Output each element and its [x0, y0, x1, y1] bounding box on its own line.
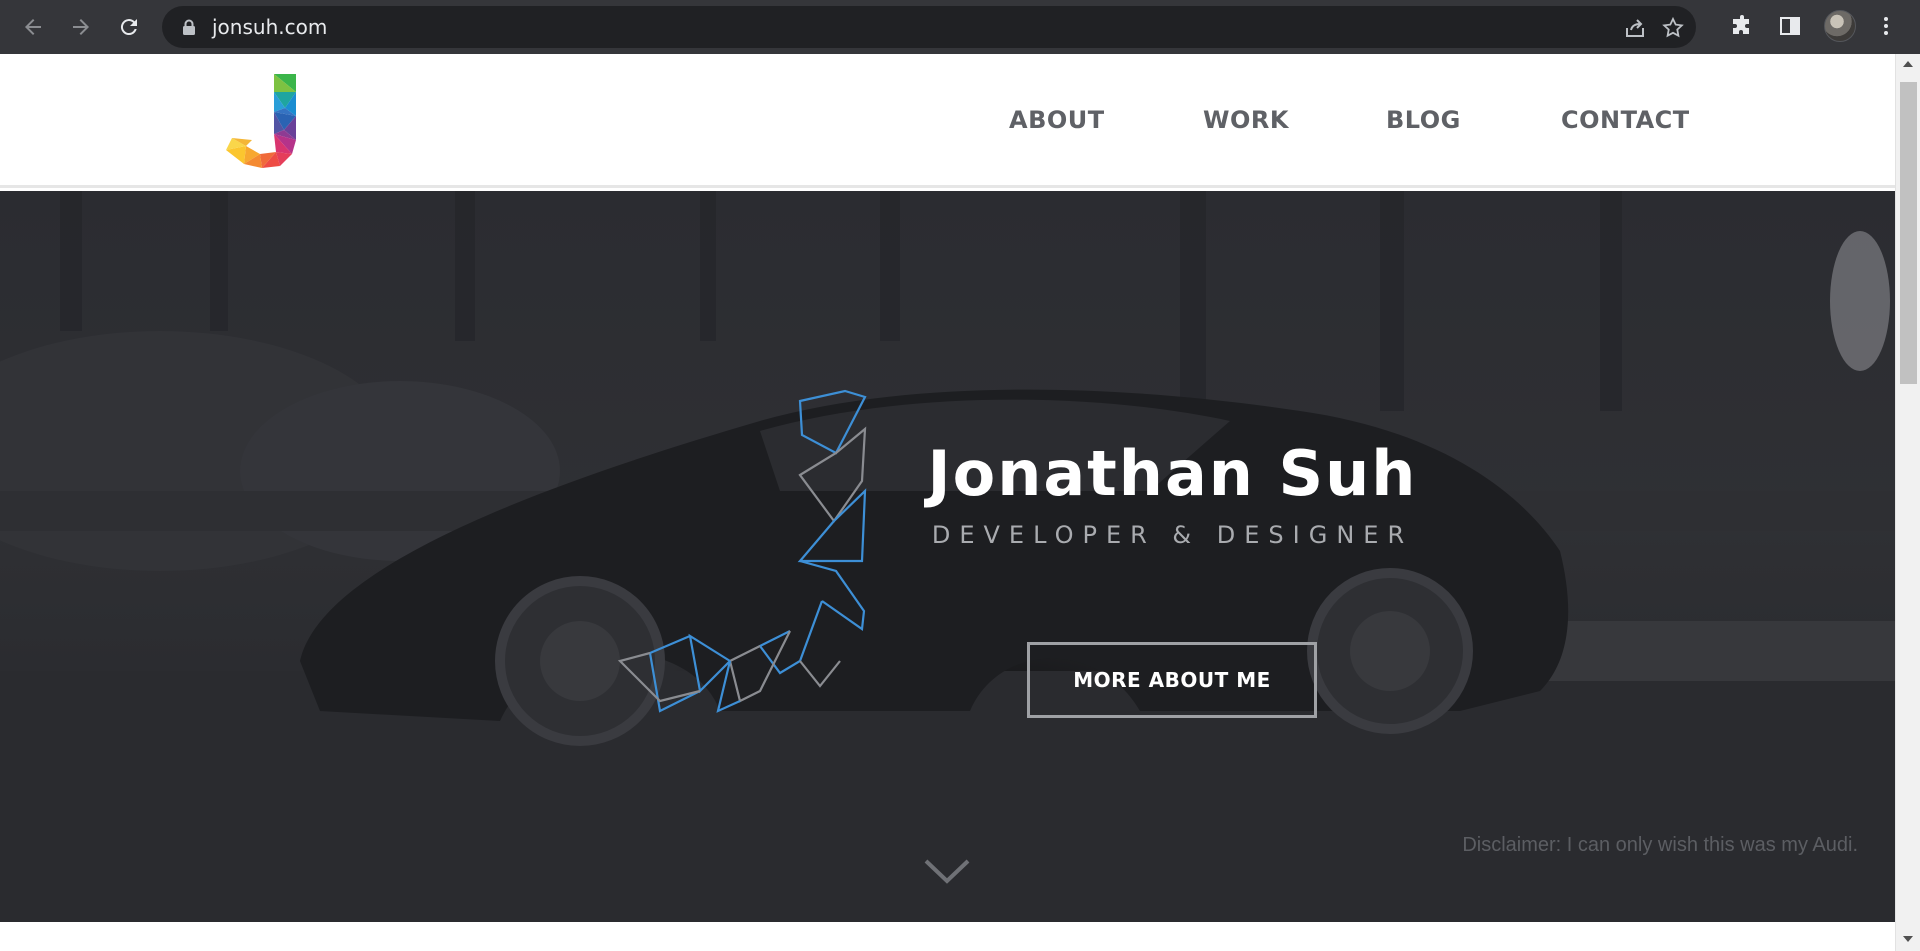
nav-about[interactable]: ABOUT: [1009, 106, 1105, 134]
hero-background-image: [0, 191, 1895, 922]
star-icon[interactable]: [1660, 15, 1686, 41]
reload-button[interactable]: [112, 10, 146, 44]
site-logo[interactable]: [222, 74, 298, 170]
chevron-down-icon[interactable]: [922, 855, 972, 887]
more-about-me-button[interactable]: MORE ABOUT ME: [1027, 642, 1317, 718]
avatar[interactable]: [1824, 10, 1856, 42]
puzzle-icon[interactable]: [1728, 12, 1756, 40]
forward-button[interactable]: [64, 10, 98, 44]
lock-icon: [182, 19, 196, 40]
kebab-menu-icon[interactable]: [1872, 12, 1900, 40]
share-icon[interactable]: [1622, 15, 1648, 41]
next-section: [0, 922, 1895, 951]
address-bar[interactable]: jonsuh.com: [162, 6, 1696, 48]
scroll-up-arrow-icon[interactable]: [1903, 60, 1913, 68]
scroll-down-arrow-icon[interactable]: [1903, 935, 1913, 943]
nav-contact[interactable]: CONTACT: [1561, 106, 1690, 134]
page-viewport: ABOUT WORK BLOG CONTACT Jonathan Suh DEV…: [0, 54, 1895, 951]
scrollbar-thumb[interactable]: [1900, 82, 1917, 384]
side-panel-icon[interactable]: [1776, 12, 1804, 40]
hero-title: Jonathan Suh: [927, 437, 1418, 510]
page-scrollbar[interactable]: [1895, 54, 1920, 951]
reload-icon: [120, 19, 137, 36]
hero-section: Jonathan Suh DEVELOPER & DESIGNER MORE A…: [0, 191, 1895, 922]
nav-work[interactable]: WORK: [1203, 106, 1289, 134]
back-button[interactable]: [16, 10, 50, 44]
arrow-left-icon: [25, 19, 41, 35]
site-header: ABOUT WORK BLOG CONTACT: [0, 54, 1895, 188]
url-text[interactable]: jonsuh.com: [212, 6, 327, 48]
browser-toolbar: jonsuh.com: [0, 0, 1920, 54]
disclaimer-text: Disclaimer: I can only wish this was my …: [1462, 834, 1858, 856]
hero-subtitle: DEVELOPER & DESIGNER: [931, 521, 1414, 549]
arrow-right-icon: [73, 19, 89, 35]
nav-blog[interactable]: BLOG: [1386, 106, 1461, 134]
